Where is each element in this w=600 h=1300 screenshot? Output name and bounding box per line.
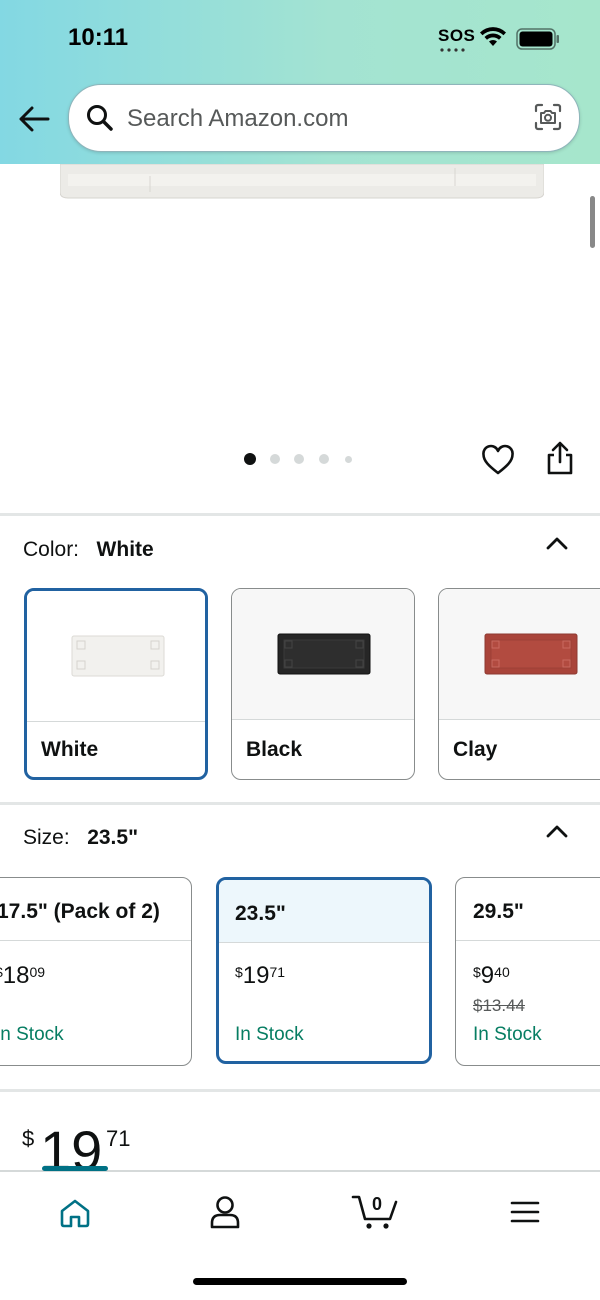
cart-count: 0 <box>372 1194 382 1214</box>
camera-scan-icon[interactable] <box>533 102 563 132</box>
color-option-white[interactable]: White <box>24 588 208 780</box>
color-thumbnail <box>27 591 205 722</box>
chevron-up-icon[interactable] <box>545 534 569 552</box>
color-option-label: Black <box>246 738 303 761</box>
size-option-29-5[interactable]: 29.5" $940 $13.44 In Stock <box>455 877 600 1066</box>
size-option-stock: In Stock <box>235 1024 304 1045</box>
battery-icon <box>516 28 559 50</box>
size-option-price: $1809 <box>0 962 45 990</box>
home-icon[interactable] <box>58 1198 92 1228</box>
share-icon[interactable] <box>544 440 576 476</box>
color-option-clay[interactable]: Clay <box>438 588 600 780</box>
black-tray-image <box>277 633 371 675</box>
size-option-stock: In Stock <box>473 1024 542 1045</box>
size-option-17-5[interactable]: 17.5" (Pack of 2) $1809 In Stock <box>0 877 192 1066</box>
price-fraction: 71 <box>106 1126 131 1151</box>
color-section-label: Color: White <box>23 538 154 562</box>
color-label: Color: <box>23 538 80 561</box>
size-option-header: 23.5" <box>219 880 429 943</box>
user-icon[interactable] <box>208 1194 242 1230</box>
color-option-label: Clay <box>453 738 498 761</box>
pagination-dot[interactable] <box>345 456 352 463</box>
color-thumbnail <box>439 589 600 720</box>
size-option-title: 29.5" <box>473 900 524 923</box>
size-option-23-5[interactable]: 23.5" $1971 In Stock <box>216 877 432 1064</box>
white-tray-image <box>71 635 165 677</box>
pagination-dot[interactable] <box>294 454 304 464</box>
price-currency: $ <box>0 964 3 980</box>
size-option-stock: In Stock <box>0 1024 64 1045</box>
search-input[interactable]: Search Amazon.com <box>127 105 348 133</box>
search-icon <box>87 105 113 131</box>
size-option-title: 17.5" (Pack of 2) <box>0 900 160 923</box>
pagination-dot[interactable] <box>270 454 280 464</box>
cart-icon[interactable]: 0 <box>350 1188 402 1232</box>
size-option-title: 23.5" <box>235 902 286 925</box>
price-whole: 9 <box>480 962 495 989</box>
nav-active-indicator <box>42 1166 108 1171</box>
wifi-icon <box>480 27 506 46</box>
size-label: Size: <box>23 826 70 849</box>
app-header: 10:11 SOS Search Amazon.com <box>0 0 600 164</box>
home-indicator <box>193 1278 407 1285</box>
clay-tray-image <box>484 633 578 675</box>
price-currency: $ <box>473 964 481 980</box>
size-option-header: 29.5" <box>456 878 600 941</box>
color-selected-value: White <box>96 538 154 561</box>
pagination-dot[interactable] <box>319 454 329 464</box>
divider <box>0 513 600 516</box>
size-selected-value: 23.5" <box>87 826 139 849</box>
size-option-price: $940 <box>473 962 510 990</box>
color-option-black[interactable]: Black <box>231 588 415 780</box>
chevron-up-icon[interactable] <box>545 822 569 840</box>
color-thumbnail <box>232 589 414 720</box>
price-currency: $ <box>22 1126 35 1151</box>
pagination-dot[interactable] <box>244 453 256 465</box>
size-section-label: Size: 23.5" <box>23 826 138 850</box>
heart-icon[interactable] <box>481 444 515 476</box>
price-fraction: 40 <box>494 964 510 980</box>
back-arrow-icon[interactable] <box>16 102 52 136</box>
price-fraction: 09 <box>29 964 46 980</box>
price-whole: 18 <box>2 962 30 989</box>
status-time: 10:11 <box>68 24 129 51</box>
price-whole: 19 <box>242 962 270 989</box>
size-option-price: $1971 <box>235 962 285 990</box>
price-currency: $ <box>235 964 243 980</box>
size-option-list-price: $13.44 <box>473 996 525 1015</box>
search-bar[interactable]: Search Amazon.com <box>68 84 580 152</box>
status-sos: SOS <box>438 26 476 45</box>
scroll-indicator <box>590 196 595 248</box>
divider <box>0 1089 600 1092</box>
bottom-nav: 0 <box>0 1166 600 1300</box>
divider <box>0 802 600 805</box>
color-option-label: White <box>41 738 99 761</box>
menu-icon[interactable] <box>510 1200 540 1224</box>
size-option-header: 17.5" (Pack of 2) <box>0 878 191 941</box>
price-fraction: 71 <box>269 964 286 980</box>
sos-dots-icon <box>440 48 465 52</box>
product-image <box>60 164 544 199</box>
